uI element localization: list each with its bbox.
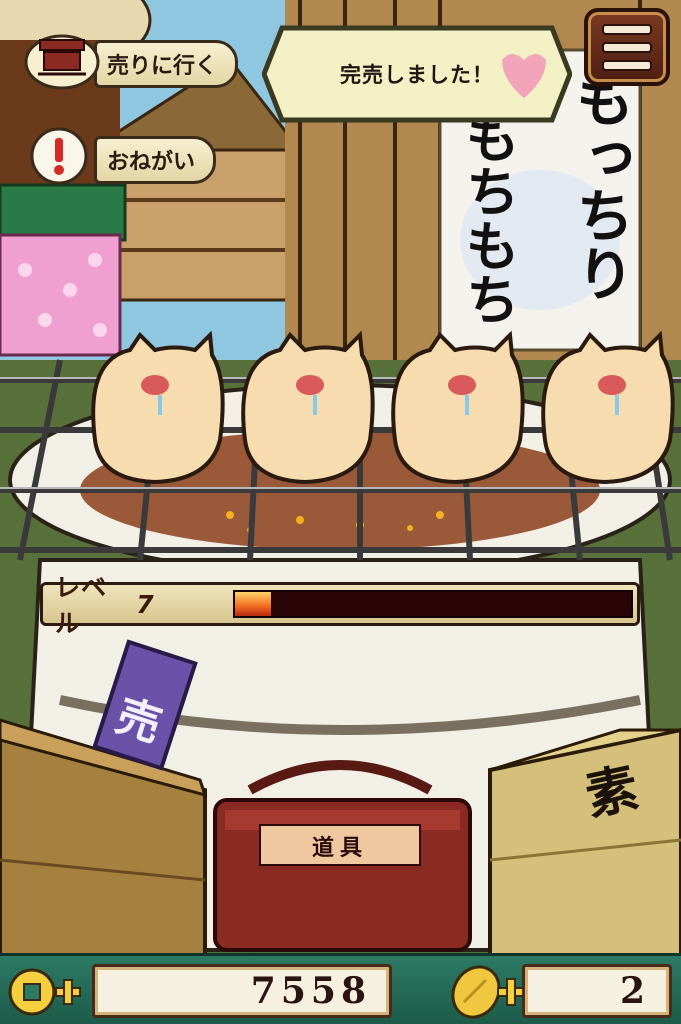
- mochi-cat[interactable]: [541, 330, 675, 485]
- game-scene: もっちり もちもち 売りに行く おねがい 完売しました！ レベル 7 売 道具 …: [0, 0, 681, 1024]
- mochi-cat[interactable]: [91, 330, 225, 485]
- buy-tickets-button[interactable]: [440, 962, 530, 1022]
- ingredients-tag: 素: [580, 757, 644, 828]
- menu-icon-bar: [602, 23, 652, 35]
- request-button[interactable]: おねがい: [24, 127, 217, 185]
- sold-out-text: 完売しました！: [340, 63, 494, 87]
- main-menu-button[interactable]: [584, 8, 670, 86]
- ticket-counter: 2: [522, 964, 672, 1018]
- go-sell-button[interactable]: 売りに行く: [24, 34, 239, 90]
- level-progress-track: [233, 590, 633, 618]
- tools-label: 道具: [311, 835, 368, 861]
- menu-icon-bar: [602, 59, 652, 71]
- sell-tag: 売: [109, 690, 168, 753]
- banner-line-right: もっちり: [566, 70, 634, 302]
- menu-icon-bar: [602, 41, 652, 53]
- level-label: レベル: [55, 573, 108, 638]
- money-counter: 7558: [92, 964, 392, 1018]
- status-bar: 7558 2: [0, 953, 681, 1024]
- go-sell-label: 売りに行く: [94, 40, 239, 88]
- coin-plus-icon: [8, 968, 81, 1016]
- sold-out-notice: 完売しました！: [262, 20, 572, 128]
- stall-icon: [24, 34, 100, 90]
- mochi-cat[interactable]: [241, 330, 375, 485]
- gold-leaf-plus-icon: [451, 965, 525, 1019]
- banner-line-left: もちもち: [456, 110, 520, 326]
- request-label: おねがい: [94, 136, 217, 184]
- sell-bin[interactable]: 売: [0, 640, 215, 960]
- level-value: 7: [136, 589, 154, 619]
- mochi-cat[interactable]: [391, 330, 525, 485]
- exclamation-icon: [24, 127, 100, 185]
- ingredients-box[interactable]: 素: [490, 730, 681, 955]
- level-bar: レベル 7: [40, 573, 640, 638]
- tools-box[interactable]: 道具: [215, 780, 470, 950]
- buy-coins-button[interactable]: [6, 964, 84, 1020]
- level-progress-fill: [235, 592, 271, 616]
